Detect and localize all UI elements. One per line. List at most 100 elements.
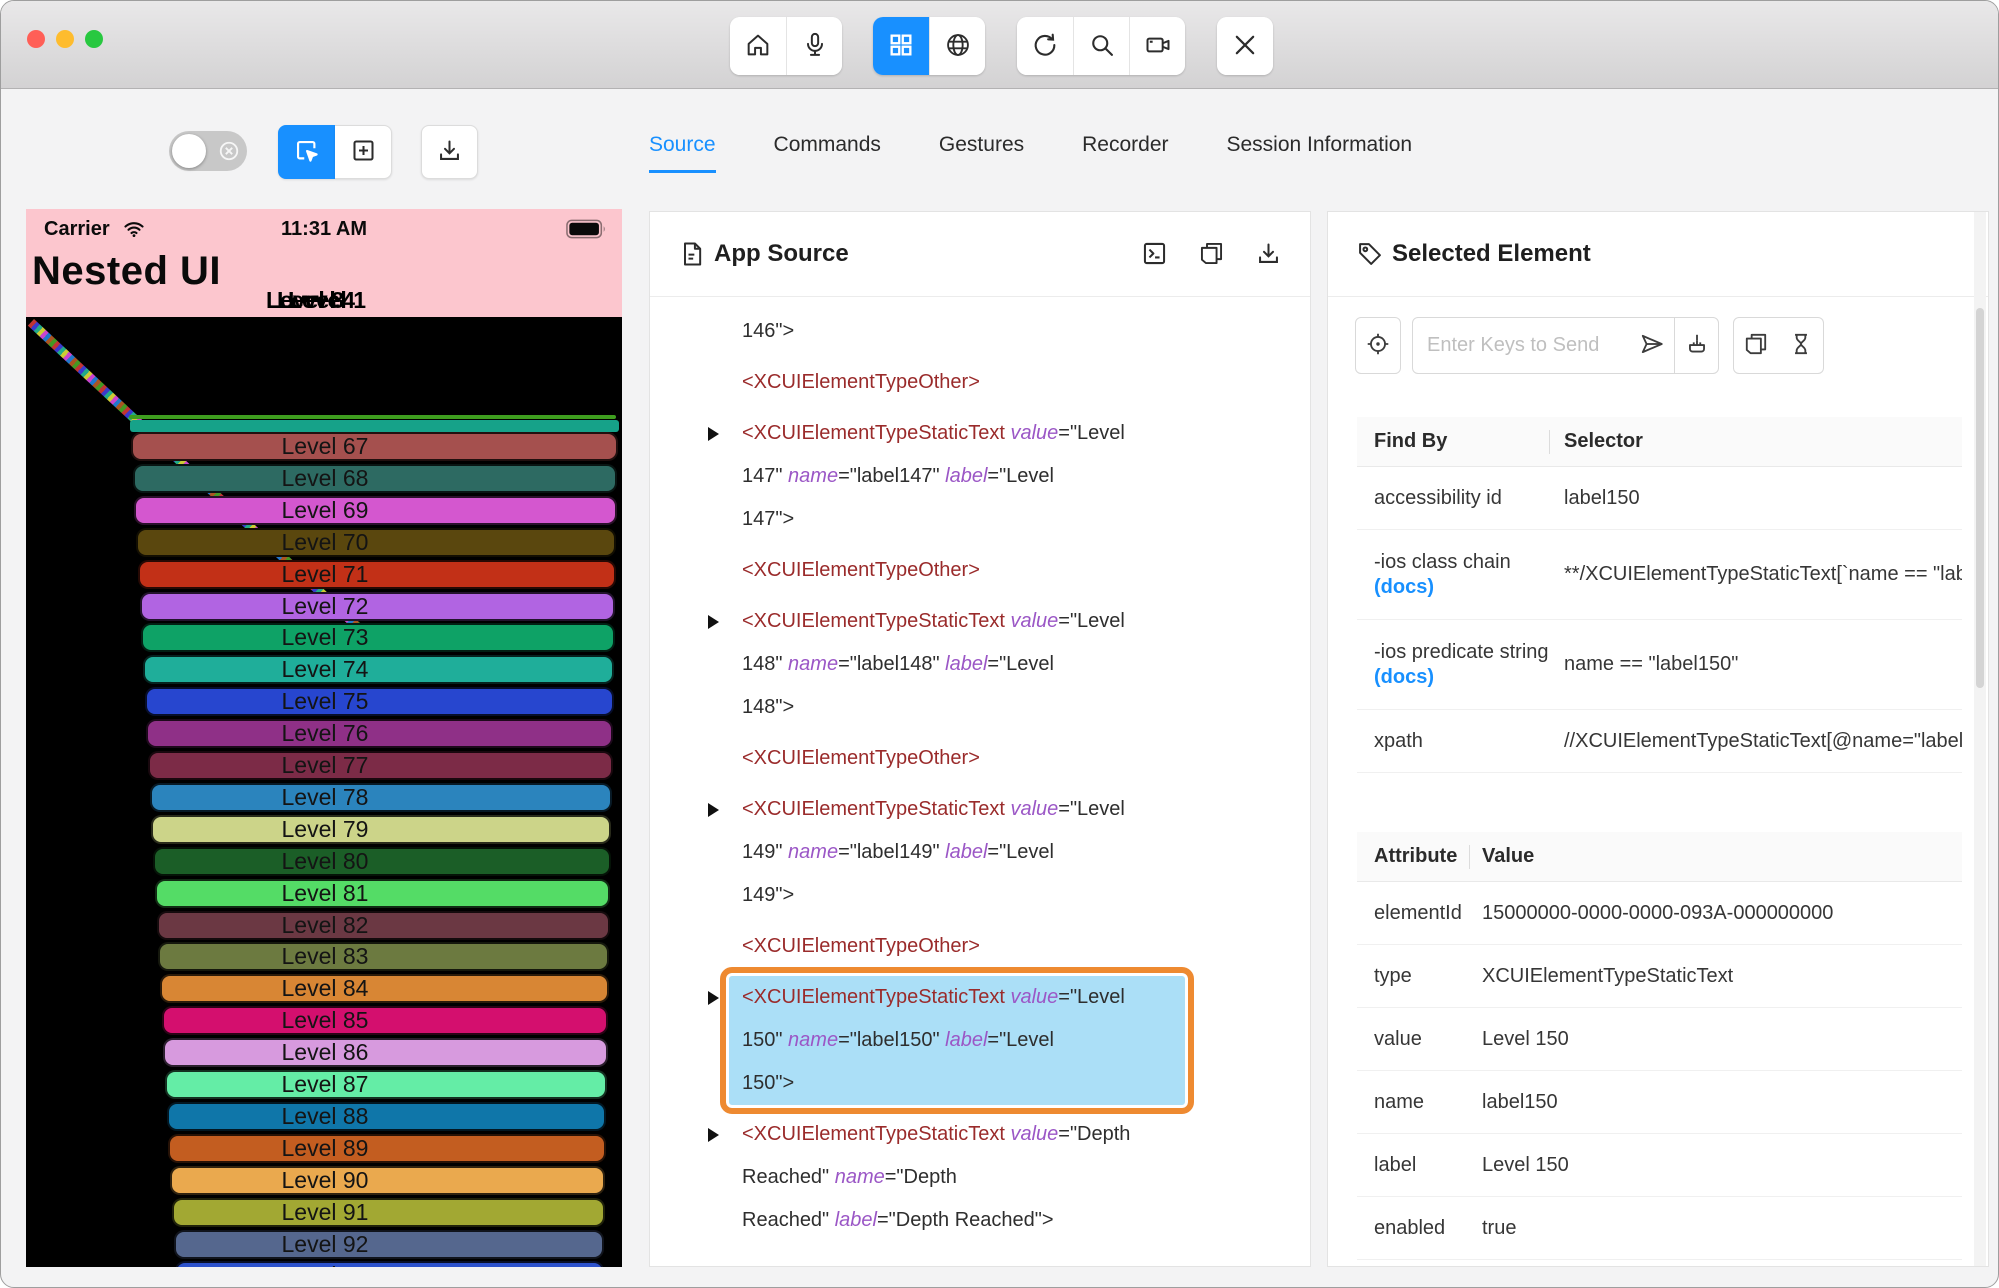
level-bar[interactable]: Level 71 xyxy=(137,559,616,589)
send-keys-button[interactable] xyxy=(1629,317,1675,374)
source-tree-node[interactable]: 146"> xyxy=(650,310,1290,353)
tab-source[interactable]: Source xyxy=(649,120,716,173)
grid-icon xyxy=(887,31,915,62)
level-bar[interactable]: Level 91 xyxy=(171,1197,605,1227)
expand-arrow-icon[interactable] xyxy=(708,803,719,817)
minimize-window-button[interactable] xyxy=(56,30,74,48)
source-tree-node[interactable]: <XCUIElementTypeOther> xyxy=(650,737,1290,780)
level-bar-label: Level 78 xyxy=(281,783,369,810)
level-bar[interactable]: Level 73 xyxy=(141,623,615,653)
level-bar-label: Level 86 xyxy=(281,1039,369,1066)
level-bar[interactable]: Level 75 xyxy=(144,687,614,717)
zoom-window-button[interactable] xyxy=(85,30,103,48)
tab-commands[interactable]: Commands xyxy=(774,120,881,173)
level-bar[interactable]: Level 89 xyxy=(168,1133,606,1163)
level-bar[interactable]: Level 70 xyxy=(136,527,617,557)
level-bar[interactable]: Level 90 xyxy=(170,1165,606,1195)
find-by-strategy: xpath xyxy=(1374,729,1423,752)
view-button-group xyxy=(873,17,985,75)
open-terminal-icon[interactable] xyxy=(1141,240,1168,272)
select-elements-button[interactable] xyxy=(278,125,335,179)
document-icon xyxy=(678,240,706,268)
level-bar[interactable]: Level 85 xyxy=(161,1006,609,1036)
source-line: 149" name="label149" label="Level xyxy=(742,841,1054,863)
docs-link[interactable]: (docs) xyxy=(1374,666,1550,689)
home-button[interactable] xyxy=(730,17,786,75)
send-keys-input[interactable] xyxy=(1412,317,1630,374)
level-bar-label: Level 74 xyxy=(281,656,369,683)
source-tree-node[interactable]: <XCUIElementTypeStaticText value="Level 1… xyxy=(650,412,1290,541)
level-bar[interactable]: Level 84 xyxy=(159,974,609,1004)
level-bar[interactable]: Level 86 xyxy=(163,1038,608,1068)
wait-timeout-button[interactable] xyxy=(1778,317,1824,374)
download-screenshot-button[interactable] xyxy=(421,125,478,179)
level-bar[interactable]: Level 87 xyxy=(165,1070,607,1099)
expand-arrow-icon[interactable] xyxy=(708,1128,719,1142)
level-bar[interactable]: Level 79 xyxy=(151,814,612,844)
level-bar[interactable]: Level 77 xyxy=(148,751,613,780)
source-tree-node-selected[interactable]: <XCUIElementTypeStaticText value="Level 1… xyxy=(650,967,1290,1114)
close-window-button[interactable] xyxy=(27,30,45,48)
attribute-name: elementId xyxy=(1374,901,1462,924)
level-bar[interactable]: Level 68 xyxy=(132,463,618,493)
clock-label: 11:31 AM xyxy=(281,218,367,240)
copy-attributes-button[interactable] xyxy=(1733,317,1779,374)
screenshot-interaction-toggle[interactable] xyxy=(169,131,247,171)
search-button[interactable] xyxy=(1073,17,1129,75)
source-line: <XCUIElementTypeStaticText value="Depth xyxy=(742,1123,1131,1145)
selector-col-header: Selector xyxy=(1564,430,1643,452)
source-line: <XCUIElementTypeOther> xyxy=(742,371,980,393)
docs-link[interactable]: (docs) xyxy=(1374,576,1550,599)
level-bar[interactable]: Level 93 xyxy=(175,1261,604,1267)
tap-by-coordinates-button[interactable] xyxy=(335,125,392,179)
level-bar[interactable]: Level 83 xyxy=(158,942,610,972)
source-tree-node[interactable]: <XCUIElementTypeStaticText value="Depth R… xyxy=(650,1113,1290,1242)
battery-icon xyxy=(566,219,608,239)
locate-element-button[interactable] xyxy=(1355,317,1401,374)
source-tree-node[interactable]: <XCUIElementTypeOther> xyxy=(650,549,1290,592)
screen-recording-button[interactable] xyxy=(1129,17,1185,75)
attribute-col-header: Attribute xyxy=(1357,845,1470,868)
level-bar[interactable]: Level 88 xyxy=(166,1101,607,1131)
source-tree-node[interactable]: <XCUIElementTypeOther> xyxy=(650,361,1290,404)
level-bar[interactable]: Level 72 xyxy=(139,591,616,621)
tab-session-information[interactable]: Session Information xyxy=(1227,120,1413,173)
refresh-button[interactable] xyxy=(1017,17,1073,75)
tab-gestures[interactable]: Gestures xyxy=(939,120,1024,173)
level-bar[interactable]: Level 69 xyxy=(134,495,617,525)
copy-source-icon[interactable] xyxy=(1198,240,1225,272)
source-tree-node[interactable]: <XCUIElementTypeStaticText value="Level 1… xyxy=(650,788,1290,917)
level-bar[interactable]: Level 76 xyxy=(146,719,614,749)
source-tree-node[interactable]: <XCUIElementTypeOther> xyxy=(650,925,1290,968)
selector-value: //XCUIElementTypeStaticText[@name="label… xyxy=(1564,729,1962,752)
select-elements-icon xyxy=(293,137,320,167)
panel-scrollbar[interactable] xyxy=(1974,212,1986,1266)
level-bar[interactable]: Level 67 xyxy=(131,432,618,461)
attribute-value: Level 150 xyxy=(1482,1027,1569,1050)
level-bar[interactable]: Level 92 xyxy=(173,1229,605,1259)
level-bar-label: Level 81 xyxy=(281,879,369,906)
selected-element-title: Selected Element xyxy=(1392,240,1591,267)
quit-session-button[interactable] xyxy=(1217,17,1273,75)
expand-arrow-icon[interactable] xyxy=(708,427,719,441)
scrollbar-thumb[interactable] xyxy=(1976,308,1984,688)
level-bar-label: Level 92 xyxy=(281,1230,369,1257)
grid-view-button[interactable] xyxy=(873,17,929,75)
video-camera-icon xyxy=(1144,31,1172,62)
level-bar[interactable]: Level 81 xyxy=(154,878,611,908)
tab-recorder[interactable]: Recorder xyxy=(1082,120,1168,173)
level-bar[interactable]: Level 82 xyxy=(156,910,610,940)
microphone-button[interactable] xyxy=(786,17,842,75)
globe-button[interactable] xyxy=(929,17,985,75)
download-source-icon[interactable] xyxy=(1255,240,1282,272)
level-bar[interactable]: Level 78 xyxy=(149,782,612,812)
expand-arrow-icon[interactable] xyxy=(708,991,719,1005)
level-bar[interactable]: Level 74 xyxy=(142,655,615,685)
expand-arrow-icon[interactable] xyxy=(708,615,719,629)
clear-keys-button[interactable] xyxy=(1674,317,1719,374)
source-tree-node[interactable]: <XCUIElementTypeStaticText value="Level 1… xyxy=(650,600,1290,729)
overlapping-level-labels: Level 8 Level 4 Level 1 xyxy=(266,287,366,313)
attribute-value: XCUIElementTypeStaticText xyxy=(1482,964,1734,987)
device-screenshot[interactable]: Carrier 11:31 AM Nested UI Level 8 Level … xyxy=(26,209,622,1267)
level-bar[interactable]: Level 80 xyxy=(153,846,611,876)
